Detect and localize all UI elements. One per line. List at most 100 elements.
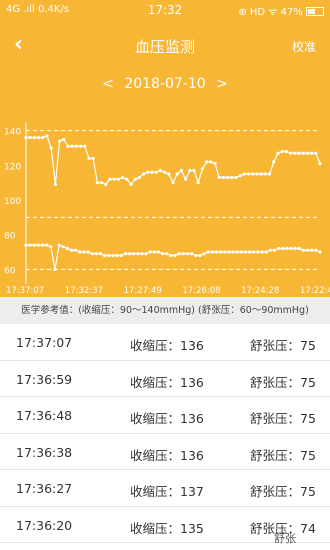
data-point — [28, 243, 32, 247]
data-point — [103, 253, 107, 258]
data-point — [154, 170, 158, 174]
data-point — [53, 267, 57, 271]
data-point — [144, 252, 148, 256]
data-point — [196, 181, 200, 185]
x-tick-label: 17:24:28 — [241, 286, 279, 296]
data-point — [205, 160, 209, 164]
record-time: 17:36:20 — [16, 517, 73, 533]
data-point — [158, 168, 162, 173]
data-point — [310, 151, 314, 155]
data-point — [281, 246, 285, 251]
data-point — [108, 177, 112, 181]
data-point — [83, 144, 87, 148]
status-right: ⊕ HD ᯤ 47% — [238, 4, 324, 18]
y-tick-label: 140 — [4, 128, 21, 138]
data-point — [198, 253, 202, 258]
data-point — [156, 250, 161, 254]
diastolic-line — [26, 244, 321, 270]
data-point — [107, 253, 111, 258]
data-point — [119, 253, 123, 258]
data-point — [87, 156, 91, 160]
data-point — [255, 172, 259, 176]
next-date-button[interactable]: > — [210, 76, 234, 92]
data-point — [247, 172, 251, 176]
calibrate-button[interactable]: 校准 — [292, 38, 316, 55]
data-point — [125, 177, 129, 181]
data-point — [95, 181, 99, 185]
record-diastolic: 舒张压：75 — [250, 447, 316, 463]
data-point — [293, 246, 297, 251]
data-point — [252, 250, 256, 254]
data-point — [314, 248, 318, 252]
y-tick-label: 120 — [4, 162, 21, 172]
data-point — [226, 175, 230, 180]
record-row[interactable]: 17:37:07 收缩压：136 舒张压：75 — [0, 324, 330, 361]
data-point — [152, 250, 156, 254]
data-point — [231, 250, 235, 254]
record-row[interactable]: 17:36:48 收缩压：136 舒张压：75 — [0, 397, 330, 434]
data-point — [181, 252, 185, 256]
data-point — [132, 252, 136, 256]
x-tick-label: 17:26:08 — [182, 286, 220, 296]
record-systolic: 收缩压：135 — [130, 520, 204, 536]
data-point — [227, 250, 231, 254]
data-point — [65, 246, 70, 251]
record-time: 17:36:59 — [16, 371, 73, 387]
data-point — [251, 172, 255, 176]
data-point — [272, 248, 277, 252]
data-point — [146, 170, 150, 174]
record-diastolic: 舒张压：75 — [250, 374, 316, 390]
data-point — [192, 168, 196, 173]
data-point — [104, 182, 108, 186]
record-row[interactable]: 17:36:38 收缩压：136 舒张压：75 — [0, 434, 330, 470]
data-point — [123, 252, 127, 256]
data-point — [223, 250, 227, 254]
reference-values: 医学参考值：(收缩压：90～140mmHg) (舒张压：60～90mmHg) — [0, 297, 330, 324]
data-point — [234, 175, 238, 180]
data-point — [79, 144, 83, 148]
data-point — [169, 253, 173, 258]
data-point — [74, 144, 78, 148]
data-point — [268, 248, 272, 252]
data-point — [37, 136, 41, 140]
data-point — [161, 252, 165, 256]
data-point — [213, 162, 217, 166]
record-time: 17:36:48 — [16, 408, 73, 423]
data-point — [62, 137, 66, 141]
data-point — [53, 182, 58, 186]
data-point — [24, 136, 28, 140]
data-point — [293, 151, 297, 155]
prev-date-button[interactable]: < — [96, 76, 120, 92]
data-point — [305, 248, 310, 252]
data-point — [238, 174, 242, 178]
data-point — [263, 172, 267, 176]
data-point — [243, 250, 248, 254]
data-point — [91, 156, 95, 160]
data-point — [210, 250, 214, 254]
data-point — [142, 172, 146, 176]
watermark: 舒张 — [274, 532, 296, 545]
record-systolic: 收缩压：136 — [130, 411, 204, 426]
data-point — [136, 252, 140, 256]
data-point — [129, 182, 133, 186]
data-point — [179, 168, 183, 173]
battery-icon — [306, 7, 324, 16]
record-systolic: 收缩压：136 — [130, 374, 204, 390]
data-point — [24, 243, 28, 247]
data-point — [268, 172, 272, 176]
record-row[interactable]: 17:36:59 收缩压：136 舒张压：75 — [0, 361, 330, 397]
data-point — [167, 172, 171, 176]
data-point — [127, 252, 132, 256]
data-point — [86, 250, 90, 254]
data-point — [171, 181, 175, 185]
data-point — [285, 246, 289, 251]
record-row[interactable]: 17:36:27 收缩压：137 舒张压：75 — [0, 470, 330, 507]
y-tick-label: 80 — [4, 232, 16, 242]
data-point — [40, 243, 45, 247]
status-bar: 4G .ıll 0.4K/s 17:32 ⊕ HD ᯤ 47% — [0, 0, 330, 22]
record-systolic: 收缩压：136 — [130, 447, 204, 463]
data-point — [202, 252, 206, 256]
data-point — [98, 252, 103, 256]
header-area: 4G .ıll 0.4K/s 17:32 ⊕ HD ᯤ 47% ‹ 血压监测 校… — [0, 0, 330, 297]
data-point — [32, 243, 36, 247]
